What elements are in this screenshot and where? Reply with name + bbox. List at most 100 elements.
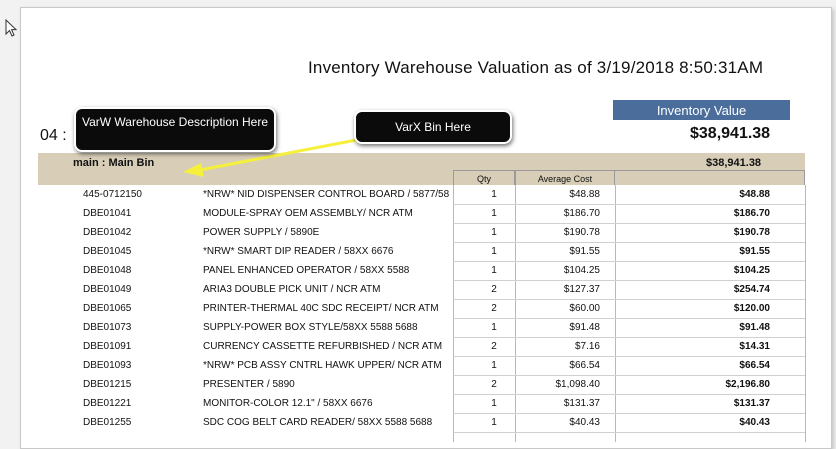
item-qty: 2	[491, 379, 497, 390]
row-divider	[453, 223, 805, 224]
item-value: $190.78	[733, 227, 770, 238]
item-average-cost: $7.16	[574, 341, 600, 352]
item-code: 445-0712150	[83, 189, 142, 200]
bin-total: $38,941.38	[706, 157, 762, 169]
item-value: $40.43	[739, 417, 770, 428]
item-average-cost: $66.54	[569, 360, 600, 371]
item-average-cost: $127.37	[563, 284, 600, 295]
item-qty: 1	[491, 208, 497, 219]
item-average-cost: $131.37	[563, 398, 600, 409]
item-qty: 1	[491, 246, 497, 257]
row-divider	[453, 280, 805, 281]
table-row: 445-0712150 *NRW* NID DISPENSER CONTROL B…	[38, 185, 805, 204]
row-divider	[453, 299, 805, 300]
item-description: *NRW* PCB ASSY CNTRL HAWK UPPER/ NCR ATM	[203, 360, 442, 371]
table-row: DBE01045 *NRW* SMART DIP READER / 58XX 66…	[38, 242, 805, 261]
inventory-total: $38,941.38	[690, 125, 771, 142]
item-value: $66.54	[739, 360, 770, 371]
item-qty: 1	[491, 360, 497, 371]
item-average-cost: $91.55	[569, 246, 600, 257]
row-divider	[453, 413, 805, 414]
table-row: DBE01215 PRESENTER / 5890 2 $1,098.40 $2,196…	[38, 375, 805, 394]
item-code: DBE01041	[83, 208, 132, 219]
item-description: MONITOR-COLOR 12.1" / 58XX 6676	[203, 398, 373, 409]
item-code: DBE01065	[83, 303, 132, 314]
row-divider	[453, 242, 805, 243]
item-qty: 2	[491, 341, 497, 352]
item-value: $2,196.80	[725, 379, 771, 390]
item-qty: 1	[491, 227, 497, 238]
item-value: $104.25	[733, 265, 770, 276]
item-qty: 1	[491, 189, 497, 200]
bin-callout: VarX Bin Here	[354, 110, 512, 144]
row-divider	[453, 318, 805, 319]
item-description: POWER SUPPLY / 5890E	[203, 227, 320, 238]
item-description: MODULE-SPRAY OEM ASSEMBLY/ NCR ATM	[203, 208, 413, 219]
warehouse-code: 04 :	[40, 127, 67, 144]
item-value: $186.70	[733, 208, 770, 219]
item-value: $120.00	[733, 303, 770, 314]
item-description: PRESENTER / 5890	[203, 379, 295, 390]
item-code: DBE01042	[83, 227, 132, 238]
item-code: DBE01049	[83, 284, 132, 295]
inventory-value-header: Inventory Value	[613, 100, 790, 120]
table-row: DBE01093 *NRW* PCB ASSY CNTRL HAWK UPPER/…	[38, 356, 805, 375]
row-divider	[453, 261, 805, 262]
table-row: DBE01073 SUPPLY-POWER BOX STYLE/58XX 5588…	[38, 318, 805, 337]
item-code: DBE01045	[83, 246, 132, 257]
item-value: $48.88	[739, 189, 770, 200]
table-row: DBE01041 MODULE-SPRAY OEM ASSEMBLY/ NCR A…	[38, 204, 805, 223]
item-code: DBE01091	[83, 341, 132, 352]
item-description: ARIA3 DOUBLE PICK UNIT / NCR ATM	[203, 284, 381, 295]
row-divider	[453, 394, 805, 395]
item-description: PRINTER-THERMAL 40C SDC RECEIPT/ NCR ATM	[203, 303, 439, 314]
item-description: *NRW* NID DISPENSER CONTROL BOARD / 5877…	[203, 189, 450, 200]
column-divider	[805, 185, 806, 442]
item-average-cost: $40.43	[569, 417, 600, 428]
item-qty: 1	[491, 322, 497, 333]
table-row: DBE01048 PANEL ENHANCED OPERATOR / 58XX 5…	[38, 261, 805, 280]
item-average-cost: $48.88	[569, 189, 600, 200]
table-row: DBE01221 MONITOR-COLOR 12.1" / 58XX 6676 1…	[38, 394, 805, 413]
item-average-cost: $91.48	[569, 322, 600, 333]
item-description: PANEL ENHANCED OPERATOR / 58XX 5588	[203, 265, 410, 276]
table-row: DBE01091 CURRENCY CASSETTE REFURBISHED / …	[38, 337, 805, 356]
item-qty: 1	[491, 265, 497, 276]
item-value: $91.48	[739, 322, 770, 333]
item-code: DBE01255	[83, 417, 132, 428]
qty-column-header: Qty	[453, 170, 515, 185]
item-description: *NRW* SMART DIP READER / 58XX 6676	[203, 246, 394, 257]
item-value: $14.31	[739, 341, 770, 352]
bin-name: main : Main Bin	[73, 157, 155, 169]
item-code: DBE01093	[83, 360, 132, 371]
item-description: SUPPLY-POWER BOX STYLE/58XX 5588 5688	[203, 322, 418, 333]
average-cost-column-header: Average Cost	[515, 170, 615, 185]
warehouse-description-callout: VarW Warehouse Description Here	[74, 107, 276, 152]
table-row: DBE01049 ARIA3 DOUBLE PICK UNIT / NCR ATM…	[38, 280, 805, 299]
row-divider	[453, 375, 805, 376]
item-qty: 1	[491, 398, 497, 409]
item-average-cost: $186.70	[563, 208, 600, 219]
report-title: Inventory Warehouse Valuation as of 3/19…	[308, 58, 764, 77]
table-row: DBE01255 SDC COG BELT CARD READER/ 58XX 5…	[38, 413, 805, 432]
item-value: $91.55	[739, 246, 770, 257]
table-row: DBE01065 PRINTER-THERMAL 40C SDC RECEIPT/…	[38, 299, 805, 318]
item-description: CURRENCY CASSETTE REFURBISHED / NCR ATM	[203, 341, 443, 352]
item-code: DBE01048	[83, 265, 132, 276]
item-qty: 2	[491, 284, 497, 295]
item-average-cost: $104.25	[563, 265, 600, 276]
item-qty: 1	[491, 417, 497, 428]
item-qty: 2	[491, 303, 497, 314]
value-column-header	[615, 170, 805, 185]
item-value: $131.37	[733, 398, 770, 409]
item-code: DBE01221	[83, 398, 132, 409]
row-divider	[453, 204, 805, 205]
mouse-pointer-icon	[5, 19, 18, 37]
item-average-cost: $1,098.40	[555, 379, 601, 390]
row-divider	[453, 356, 805, 357]
item-value: $254.74	[733, 284, 770, 295]
row-divider	[453, 337, 805, 338]
table-row: DBE01042 POWER SUPPLY / 5890E 1 $190.78 $190…	[38, 223, 805, 242]
row-divider	[453, 432, 805, 433]
item-description: SDC COG BELT CARD READER/ 58XX 5588 5688	[203, 417, 433, 428]
